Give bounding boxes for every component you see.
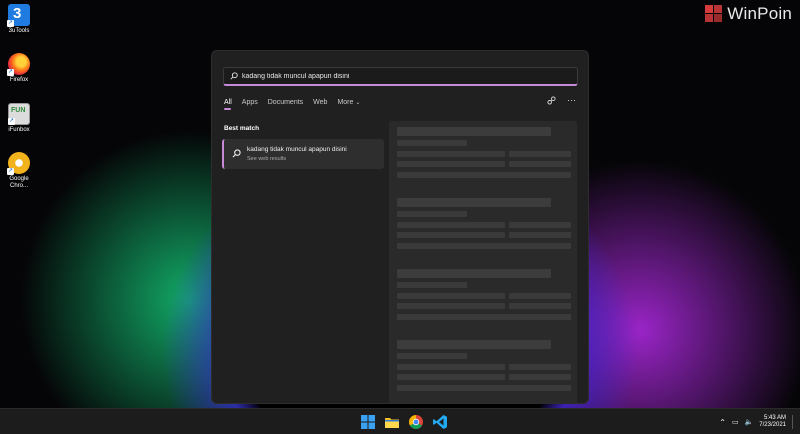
search-panel: All Apps Documents Web More ⌄ ··· Best m… (211, 50, 589, 404)
watermark-text: WinPoin (727, 4, 792, 23)
start-icon[interactable] (360, 414, 376, 430)
skeleton-line (397, 269, 551, 278)
chrome-icon[interactable] (408, 414, 424, 430)
skeleton-line (509, 303, 571, 309)
vscode-icon[interactable] (432, 414, 448, 430)
skeleton-line (397, 243, 571, 249)
desktop-icon-google-chrome[interactable]: ↗ Google Chro... (4, 152, 34, 190)
desktop-icon-firefox[interactable]: ↗ Firefox (4, 53, 34, 84)
skeleton-line (397, 340, 551, 349)
skeleton-line (397, 314, 571, 320)
desktop-icon-label: Google Chro... (9, 176, 29, 189)
skeleton-line (397, 364, 505, 370)
skeleton-line (509, 293, 571, 299)
show-desktop-button[interactable] (792, 415, 794, 429)
skeleton-line (509, 364, 571, 370)
tab-documents[interactable]: Documents (268, 99, 303, 110)
preview-pane-loading (389, 121, 577, 403)
clock[interactable]: 5:43 AM 7/23/2021 (759, 415, 786, 430)
desktop-icon-3utools[interactable]: 3 ↗ 3uTools (4, 4, 34, 35)
skeleton-line (397, 303, 505, 309)
search-tools: ··· (547, 96, 576, 105)
tab-apps[interactable]: Apps (242, 99, 258, 110)
skeleton-line (397, 353, 467, 359)
best-match-result[interactable]: kadang tidak muncul apapun disini See we… (222, 139, 384, 169)
volume-icon[interactable]: 🔈 (745, 418, 754, 426)
system-tray: ⌃ ▭ 🔈 5:43 AM 7/23/2021 (719, 409, 794, 434)
search-box[interactable] (223, 67, 578, 86)
desktop-icon-label: 3uTools (8, 28, 30, 34)
winpoin-logo-icon (705, 5, 723, 23)
skeleton-line (397, 161, 505, 167)
search-icon (230, 72, 238, 80)
share-icon[interactable] (547, 96, 556, 105)
skeleton-line (397, 293, 505, 299)
skeleton-line (397, 151, 505, 157)
file-explorer-icon[interactable] (384, 414, 400, 430)
tab-more[interactable]: More ⌄ (337, 99, 360, 110)
desktop-icon-ifunbox[interactable]: FUN ↗ iFunbox (4, 103, 34, 134)
skeleton-line (509, 232, 571, 238)
desktop: 3 ↗ 3uTools ↗ Firefox FUN ↗ iFunbox ↗ Go… (0, 0, 800, 408)
tab-web[interactable]: Web (313, 99, 327, 110)
network-icon[interactable]: ▭ (732, 418, 739, 426)
ifunbox-icon: FUN ↗ (8, 103, 30, 125)
tab-all[interactable]: All (224, 99, 232, 110)
chrome-canary-icon: ↗ (7, 152, 30, 175)
result-title: kadang tidak muncul apapun disini (247, 146, 347, 153)
skeleton-line (397, 140, 467, 146)
watermark: WinPoin (705, 4, 792, 24)
skeleton-line (397, 282, 467, 288)
skeleton-line (397, 374, 505, 380)
skeleton-line (509, 222, 571, 228)
skeleton-line (397, 232, 505, 238)
chevron-up-icon[interactable]: ⌃ (719, 418, 726, 427)
skeleton-line (397, 198, 551, 207)
search-tabs: All Apps Documents Web More ⌄ (224, 99, 360, 110)
clock-time: 5:43 AM (763, 414, 786, 421)
3utools-icon: 3 ↗ (7, 4, 30, 27)
skeleton-line (397, 385, 571, 391)
more-options-icon[interactable]: ··· (567, 96, 576, 105)
chevron-down-icon: ⌄ (355, 100, 361, 106)
search-input[interactable] (242, 72, 577, 80)
skeleton-line (509, 151, 571, 157)
tab-more-label: More (337, 99, 354, 106)
skeleton-line (397, 222, 505, 228)
best-match-label: Best match (224, 125, 260, 132)
skeleton-line (397, 172, 571, 178)
taskbar: ⌃ ▭ 🔈 5:43 AM 7/23/2021 (0, 408, 800, 434)
firefox-icon: ↗ (7, 53, 30, 76)
result-subtitle: See web results (247, 156, 287, 162)
clock-date: 7/23/2021 (759, 422, 786, 428)
taskbar-apps (360, 414, 448, 430)
search-icon (232, 149, 241, 158)
skeleton-line (397, 211, 467, 217)
skeleton-line (397, 127, 551, 136)
skeleton-line (509, 161, 571, 167)
skeleton-line (509, 374, 571, 380)
desktop-icon-label: Firefox (9, 77, 29, 83)
desktop-icon-label: iFunbox (8, 127, 30, 133)
